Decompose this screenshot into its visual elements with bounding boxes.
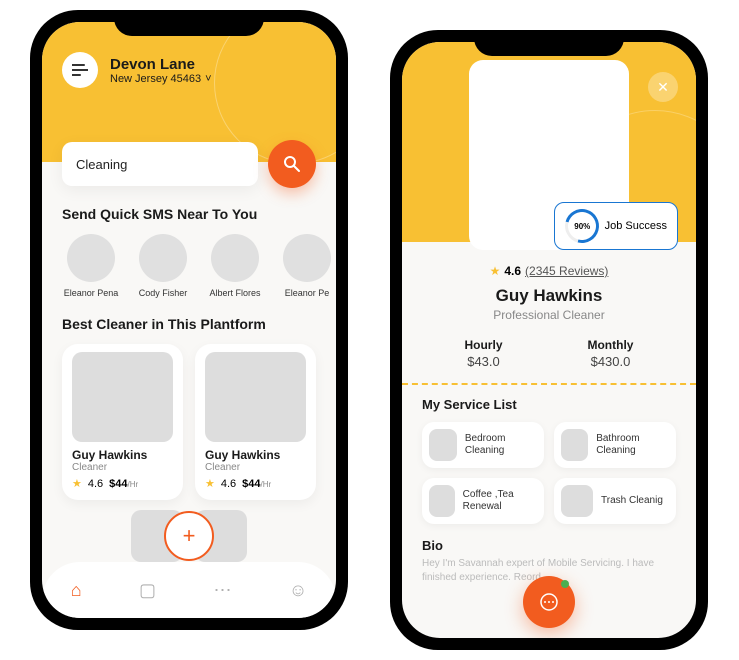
price-label: Monthly: [587, 338, 633, 352]
avatar: [67, 234, 115, 282]
reviews-link[interactable]: (2345 Reviews): [525, 264, 608, 278]
rate-value: $44/Hr: [242, 478, 271, 490]
cleaner-role: Cleaner: [205, 462, 306, 473]
job-success-badge: 90% Job Success: [554, 202, 678, 250]
monthly-price: Monthly $430.0: [587, 338, 633, 369]
success-ring: 90%: [558, 203, 604, 249]
cleaner-name: Guy Hawkins: [72, 448, 173, 462]
phone-right: ✕ 90% Job Success ★ 4.6 (2345 Reviews) G…: [390, 30, 708, 650]
add-button[interactable]: +: [164, 511, 214, 561]
service-image: [429, 485, 455, 517]
price-label: Hourly: [464, 338, 502, 352]
bottom-nav: ⌂ ▢ ⋯ ☺: [42, 562, 336, 618]
user-name: Devon Lane: [110, 56, 212, 73]
rating-value: 4.6: [88, 478, 103, 490]
close-button[interactable]: ✕: [648, 72, 678, 102]
avatar: [211, 234, 259, 282]
chevron-down-icon: ˅: [205, 73, 211, 85]
chat-icon[interactable]: ⋯: [213, 580, 231, 601]
service-card[interactable]: Coffee ,Tea Renewal: [422, 478, 544, 524]
avatar-item[interactable]: Cody Fisher: [134, 234, 192, 298]
star-icon: ★: [490, 264, 501, 278]
profile-name: Guy Hawkins: [422, 286, 676, 306]
service-name: Trash Cleanig: [601, 495, 663, 507]
search-text: Cleaning: [76, 157, 127, 172]
service-name: Coffee ,Tea Renewal: [463, 489, 537, 513]
search-button[interactable]: [268, 140, 316, 188]
avatars-row: Eleanor Pena Cody Fisher Albert Flores E…: [42, 234, 336, 298]
rating-value: 4.6: [221, 478, 236, 490]
cleaner-card[interactable]: Guy Hawkins Cleaner ★ 4.6 $44/Hr: [195, 344, 316, 500]
notch: [474, 30, 624, 56]
cleaner-image: [205, 352, 306, 442]
more-row: +: [42, 500, 336, 562]
service-name: Bathroom Cleaning: [596, 433, 669, 457]
star-icon: ★: [205, 477, 215, 490]
bio-title: Bio: [422, 538, 676, 553]
user-location[interactable]: New Jersey 45463 ˅: [110, 73, 212, 85]
cleaner-card[interactable]: Guy Hawkins Cleaner ★ 4.6 $44/Hr: [62, 344, 183, 500]
profile-body: ★ 4.6 (2345 Reviews) Guy Hawkins Profess…: [402, 242, 696, 383]
rate-value: $44/Hr: [109, 478, 138, 490]
avatar: [283, 234, 331, 282]
avatar-name: Eleanor Pena: [64, 288, 119, 298]
best-section-title: Best Cleaner in This Plantform: [62, 316, 316, 332]
search-input[interactable]: Cleaning: [62, 142, 258, 186]
service-image: [429, 429, 457, 461]
cleaners-row: Guy Hawkins Cleaner ★ 4.6 $44/Hr Guy Haw…: [42, 344, 336, 500]
cleaner-role: Cleaner: [72, 462, 173, 473]
menu-button[interactable]: [62, 52, 98, 88]
avatar-name: Cody Fisher: [139, 288, 188, 298]
star-icon: ★: [72, 477, 82, 490]
service-image: [561, 485, 593, 517]
job-success-label: Job Success: [605, 220, 667, 232]
service-image: [561, 429, 588, 461]
cleaner-image: [72, 352, 173, 442]
avatar-item[interactable]: Eleanor Pe: [278, 234, 336, 298]
service-name: Bedroom Cleaning: [465, 433, 537, 457]
price-value: $430.0: [591, 354, 631, 369]
folder-icon[interactable]: ▢: [139, 580, 156, 601]
chat-button[interactable]: [523, 576, 575, 628]
location-text: New Jersey 45463: [110, 73, 201, 85]
hourly-price: Hourly $43.0: [464, 338, 502, 369]
service-card[interactable]: Bathroom Cleaning: [554, 422, 676, 468]
service-card[interactable]: Bedroom Cleaning: [422, 422, 544, 468]
notch: [114, 10, 264, 36]
home-icon[interactable]: ⌂: [71, 580, 82, 601]
profile-icon[interactable]: ☺: [289, 580, 307, 601]
avatar-item[interactable]: Eleanor Pena: [62, 234, 120, 298]
rating-value: 4.6: [504, 264, 521, 278]
avatar: [139, 234, 187, 282]
services-title: My Service List: [422, 397, 676, 412]
avatar-name: Albert Flores: [209, 288, 260, 298]
service-card[interactable]: Trash Cleanig: [554, 478, 676, 524]
screen-home: Devon Lane New Jersey 45463 ˅ Cleaning S…: [42, 22, 336, 618]
sms-section-title: Send Quick SMS Near To You: [62, 206, 316, 222]
profile-role: Professional Cleaner: [422, 308, 676, 322]
divider: [402, 383, 696, 385]
avatar-name: Eleanor Pe: [285, 288, 330, 298]
price-value: $43.0: [467, 354, 500, 369]
phone-left: Devon Lane New Jersey 45463 ˅ Cleaning S…: [30, 10, 348, 630]
services-grid: Bedroom Cleaning Bathroom Cleaning Coffe…: [402, 422, 696, 524]
screen-profile: ✕ 90% Job Success ★ 4.6 (2345 Reviews) G…: [402, 42, 696, 638]
avatar-item[interactable]: Albert Flores: [206, 234, 264, 298]
cleaner-name: Guy Hawkins: [205, 448, 306, 462]
